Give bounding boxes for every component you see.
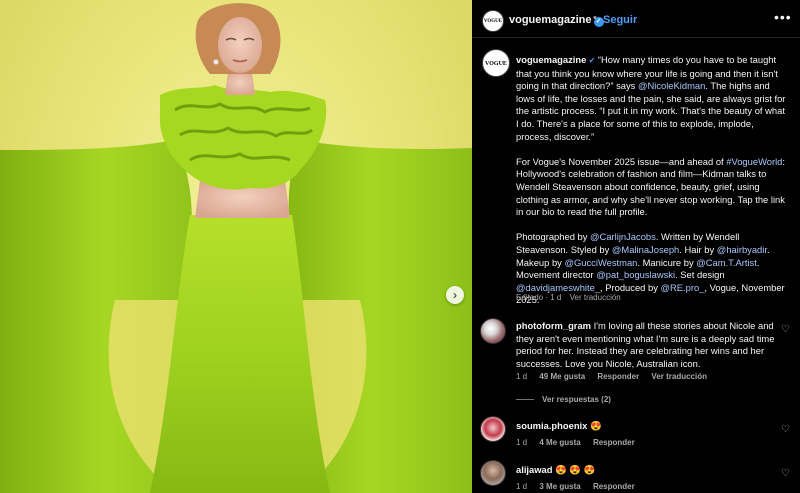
caption-paragraph: voguemagazine ✔ “How many times do you h…: [516, 54, 786, 143]
comment-body: 😍 😍 😍: [552, 464, 596, 475]
comment-meta: 1 d 49 Me gusta Responder Ver traducción: [516, 372, 717, 381]
mention-link[interactable]: @Cam.T.Artist: [696, 257, 757, 268]
account-username[interactable]: voguemagazine ✓: [509, 14, 604, 27]
comment-likes[interactable]: 4 Me gusta: [539, 438, 580, 447]
see-translation-link[interactable]: Ver traducción: [651, 372, 707, 381]
comment-username[interactable]: photoform_gram: [516, 320, 591, 331]
comment-username[interactable]: alijawad: [516, 464, 552, 475]
view-replies-label: Ver respuestas (2): [542, 395, 611, 404]
caption-avatar[interactable]: VOGUE: [482, 49, 510, 77]
reply-button[interactable]: Responder: [593, 438, 635, 447]
caption-text: For Vogue's November 2025 issue—and ahea…: [516, 155, 727, 167]
heart-icon[interactable]: ♡: [781, 324, 790, 335]
vogue-logo: VOGUE: [485, 61, 507, 67]
comment-meta: 1 d 4 Me gusta Responder: [516, 438, 645, 447]
mention-link[interactable]: @CarlijnJacobs: [590, 231, 656, 242]
post-side-panel: VOGUE voguemagazine ✓ • Seguir ••• VOGUE …: [472, 0, 800, 493]
chevron-right-icon: ›: [453, 288, 457, 302]
mention-link[interactable]: #VogueWorld: [726, 156, 782, 167]
caption-text: , Produced by: [600, 281, 661, 293]
post-photo[interactable]: ›: [0, 0, 472, 493]
comment-likes[interactable]: 3 Me gusta: [539, 482, 580, 491]
account-avatar[interactable]: VOGUE: [482, 10, 504, 32]
edited-timestamp: Editado · 1 d: [516, 293, 562, 302]
caption-username[interactable]: voguemagazine: [516, 54, 586, 65]
comment-avatar[interactable]: [480, 460, 506, 486]
mention-link[interactable]: @MalinaJoseph: [612, 244, 679, 255]
reply-button[interactable]: Responder: [597, 372, 639, 381]
comment-avatar[interactable]: [480, 416, 506, 442]
comment-likes[interactable]: 49 Me gusta: [539, 372, 585, 381]
follow-button[interactable]: Seguir: [603, 14, 637, 26]
vogue-logo: VOGUE: [483, 19, 503, 24]
nicole-kidman-photo: [0, 3, 472, 493]
caption-text: . Hair by: [679, 243, 717, 255]
comment-meta: 1 d 3 Me gusta Responder: [516, 482, 645, 491]
more-options-icon[interactable]: •••: [774, 9, 792, 25]
mention-link[interactable]: @pat_boguslawski: [596, 269, 675, 280]
caption-meta: Editado · 1 d Ver traducción: [516, 293, 627, 302]
comment-avatar[interactable]: [480, 318, 506, 344]
separator-dot: •: [593, 12, 597, 24]
heart-icon[interactable]: ♡: [781, 468, 790, 479]
comment-username[interactable]: soumia.phoenix: [516, 420, 587, 431]
post-header: VOGUE voguemagazine ✓ • Seguir •••: [472, 0, 800, 38]
divider: [516, 399, 534, 401]
comment-age: 1 d: [516, 438, 528, 447]
see-translation-link[interactable]: Ver traducción: [570, 293, 621, 302]
comment-body: 😍: [587, 420, 602, 431]
verified-badge-icon: ✔: [586, 56, 596, 65]
reply-button[interactable]: Responder: [593, 482, 635, 491]
comment-text: photoform_gram I'm loving all these stor…: [516, 320, 778, 370]
caption-text: . Set design: [675, 269, 725, 281]
view-replies-button[interactable]: Ver respuestas (2): [516, 395, 611, 404]
mention-link[interactable]: @NicoleKidman: [638, 80, 705, 91]
mention-link[interactable]: @davidjameswhite_: [516, 282, 600, 293]
caption-text: . Manicure by: [637, 256, 697, 268]
heart-icon[interactable]: ♡: [781, 424, 790, 435]
next-photo-button[interactable]: ›: [446, 286, 464, 304]
comment-text: alijawad 😍 😍 😍: [516, 464, 778, 477]
caption-text: Photographed by: [516, 231, 591, 243]
caption-paragraph: For Vogue's November 2025 issue—and ahea…: [516, 156, 786, 219]
mention-link[interactable]: @RE.pro_: [661, 282, 705, 293]
mention-link[interactable]: @GucciWestman: [564, 257, 637, 268]
post-caption: voguemagazine ✔ “How many times do you h…: [516, 54, 786, 319]
username-text: voguemagazine: [509, 14, 592, 26]
comment-age: 1 d: [516, 482, 528, 491]
comment-text: soumia.phoenix 😍: [516, 420, 778, 433]
comment-age: 1 d: [516, 372, 528, 381]
mention-link[interactable]: @hairbyadir: [717, 244, 767, 255]
